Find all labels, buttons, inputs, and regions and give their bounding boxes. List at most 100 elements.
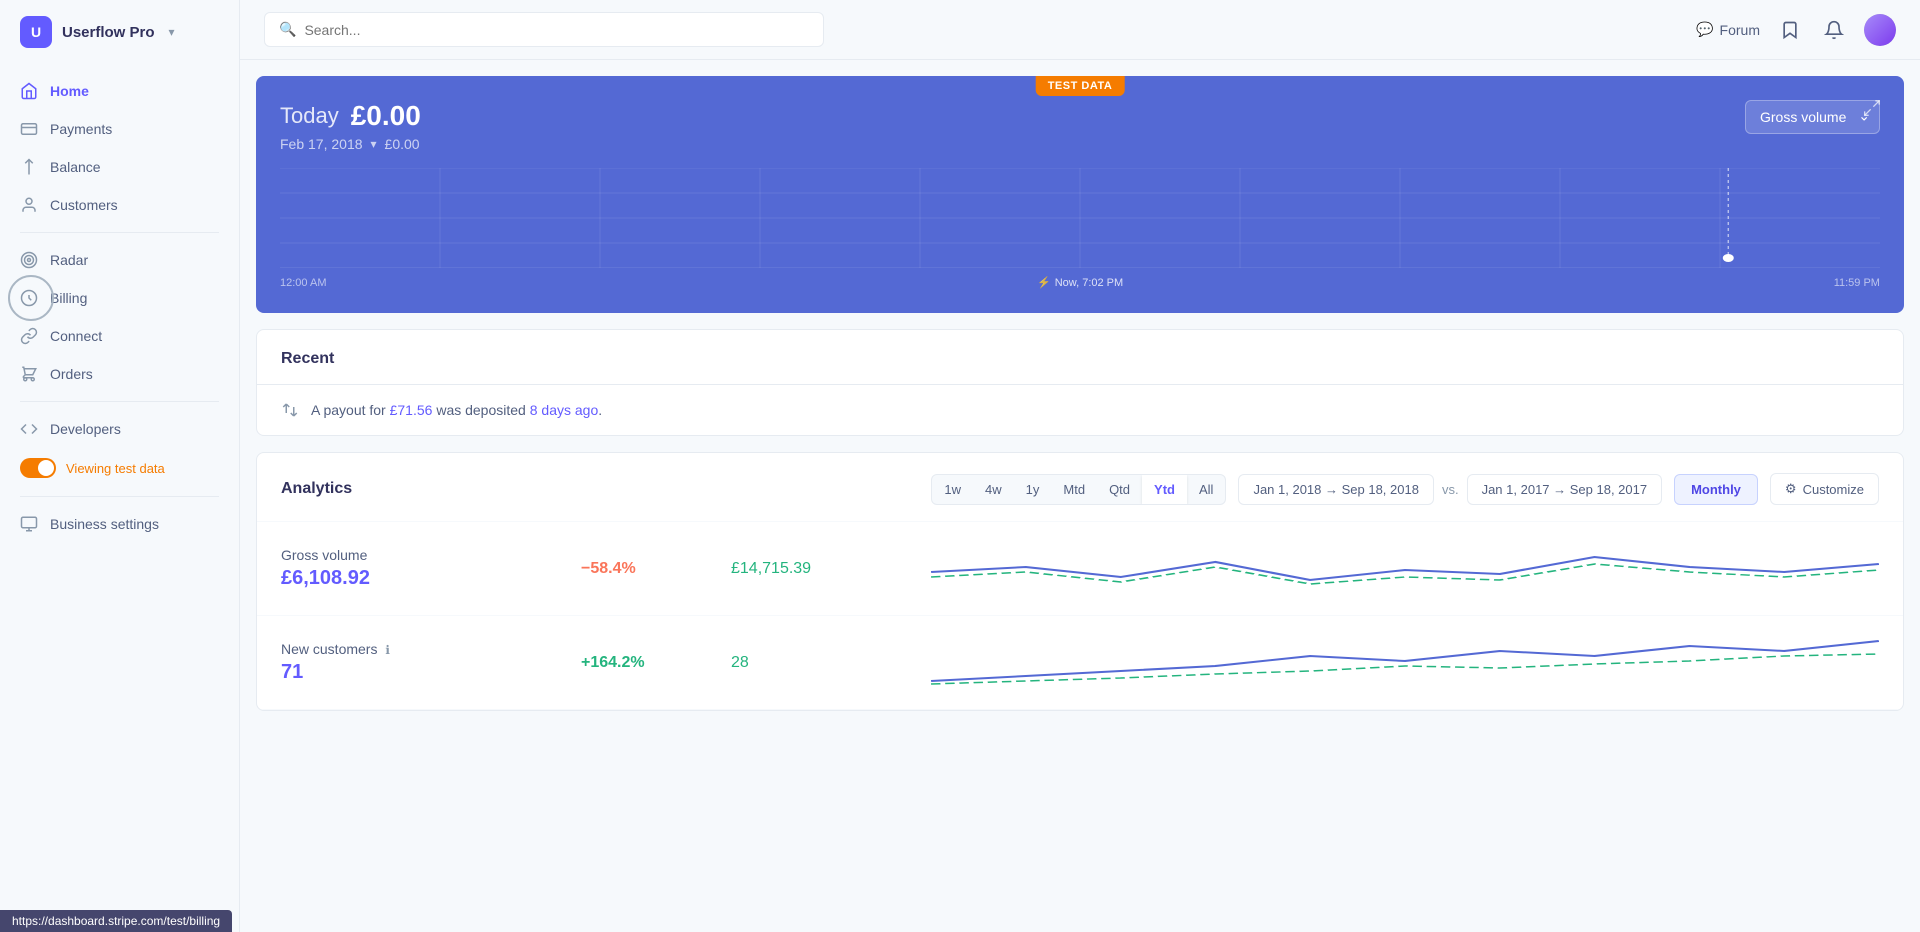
- search-icon: 🔍: [279, 21, 296, 38]
- metric-info: Gross volume £6,108.92: [281, 547, 581, 590]
- search-bar[interactable]: 🔍: [264, 12, 824, 47]
- metric-change: −58.4%: [581, 560, 731, 578]
- sidebar-item-developers[interactable]: Developers: [0, 410, 239, 448]
- expand-chart-icon[interactable]: [1864, 100, 1880, 121]
- test-data-toggle-section: Viewing test data: [0, 448, 239, 488]
- chart-title-row: Today £0.00: [280, 100, 421, 132]
- payments-icon: [20, 120, 38, 138]
- gross-volume-metric-row: Gross volume £6,108.92 −58.4% £14,715.39: [257, 522, 1903, 616]
- radar-icon: [20, 251, 38, 269]
- recent-section-header: Recent: [257, 330, 1903, 385]
- logo-icon: U: [20, 16, 52, 48]
- url-bar: https://dashboard.stripe.com/test/billin…: [0, 910, 232, 932]
- period-btn-1w[interactable]: 1w: [932, 475, 973, 504]
- metric-compare: £14,715.39: [731, 560, 931, 578]
- sidebar-item-label: Connect: [50, 328, 102, 344]
- search-input[interactable]: [304, 22, 809, 38]
- sidebar-item-connect[interactable]: Connect: [0, 317, 239, 355]
- sidebar-item-radar[interactable]: Radar: [0, 241, 239, 279]
- metric-label: Gross volume: [281, 547, 581, 563]
- nav-divider: [20, 232, 219, 233]
- analytics-controls: 1w 4w 1y Mtd Qtd Ytd All Jan 1, 2018 → S…: [931, 473, 1879, 505]
- sidebar-item-label: Orders: [50, 366, 93, 382]
- notifications-icon[interactable]: [1820, 16, 1848, 44]
- chart-area: [280, 168, 1880, 268]
- forum-button[interactable]: 💬 Forum: [1696, 21, 1760, 38]
- sidebar-item-label: Home: [50, 83, 89, 99]
- analytics-header: Analytics 1w 4w 1y Mtd Qtd Ytd All Jan 1: [257, 453, 1903, 522]
- vs-label: vs.: [1442, 482, 1459, 497]
- sidebar-item-business-settings[interactable]: Business settings: [0, 505, 239, 543]
- sidebar-item-payments[interactable]: Payments: [0, 110, 239, 148]
- date-range-group: Jan 1, 2018 → Sep 18, 2018 vs. Jan 1, 20…: [1238, 474, 1662, 505]
- period-btn-ytd[interactable]: Ytd: [1142, 475, 1187, 504]
- sidebar-item-home[interactable]: Home: [0, 72, 239, 110]
- period-btn-all[interactable]: All: [1187, 475, 1225, 504]
- top-header: 🔍 💬 Forum: [240, 0, 1920, 60]
- toggle-label: Viewing test data: [66, 461, 165, 476]
- forum-icon: 💬: [1696, 21, 1713, 38]
- period-btn-mtd[interactable]: Mtd: [1051, 475, 1097, 504]
- connect-icon: [20, 327, 38, 345]
- customers-icon: [20, 196, 38, 214]
- sidebar-item-label: Developers: [50, 421, 121, 437]
- nav-divider-2: [20, 401, 219, 402]
- monthly-button[interactable]: Monthly: [1674, 474, 1758, 505]
- avatar-image: [1864, 14, 1896, 46]
- chart-amount: £0.00: [351, 100, 421, 132]
- new-customers-metric-row: New customers ℹ 71 +164.2% 28: [257, 616, 1903, 710]
- test-data-toggle[interactable]: [20, 458, 56, 478]
- previous-date-range[interactable]: Jan 1, 2017 → Sep 18, 2017: [1467, 474, 1663, 505]
- sidebar-item-label: Billing: [50, 290, 87, 306]
- period-btn-qtd[interactable]: Qtd: [1097, 475, 1142, 504]
- main-content: 🔍 💬 Forum TEST DATA: [240, 0, 1920, 932]
- analytics-title: Analytics: [281, 480, 352, 498]
- days-ago-text: 8 days ago: [530, 402, 599, 418]
- sidebar-item-balance[interactable]: Balance: [0, 148, 239, 186]
- revenue-chart-section: TEST DATA Today £0.00 Feb 17, 2018 ▾ £0.…: [256, 76, 1904, 313]
- app-name: Userflow Pro: [62, 24, 155, 41]
- metric-mini-chart-2: [931, 636, 1879, 689]
- metric-value: £6,108.92: [281, 567, 581, 590]
- sidebar-item-customers[interactable]: Customers: [0, 186, 239, 224]
- date-chevron-icon[interactable]: ▾: [371, 137, 377, 151]
- period-btn-4w[interactable]: 4w: [973, 475, 1014, 504]
- billing-icon: [20, 289, 38, 307]
- chart-title-area: Today £0.00 Feb 17, 2018 ▾ £0.00: [280, 100, 421, 152]
- avatar[interactable]: [1864, 14, 1896, 46]
- timeline-start-label: 12:00 AM: [280, 277, 326, 289]
- period-btn-1y[interactable]: 1y: [1014, 475, 1052, 504]
- business-settings-icon: [20, 515, 38, 533]
- current-date-range[interactable]: Jan 1, 2018 → Sep 18, 2018: [1238, 474, 1434, 505]
- sidebar-item-orders[interactable]: Orders: [0, 355, 239, 393]
- test-data-badge: TEST DATA: [1036, 76, 1125, 96]
- chart-svg: [280, 168, 1880, 268]
- analytics-section: Analytics 1w 4w 1y Mtd Qtd Ytd All Jan 1: [256, 452, 1904, 711]
- metric-mini-chart: [931, 542, 1879, 595]
- period-buttons-group: 1w 4w 1y Mtd Qtd Ytd All: [931, 474, 1226, 505]
- chart-date: Feb 17, 2018: [280, 136, 363, 152]
- recent-title: Recent: [281, 350, 334, 367]
- chart-date-row: Feb 17, 2018 ▾ £0.00: [280, 136, 421, 152]
- orders-icon: [20, 365, 38, 383]
- gross-volume-select[interactable]: Gross volume: [1745, 100, 1880, 134]
- chevron-down-icon: ▾: [169, 25, 175, 39]
- app-logo[interactable]: U Userflow Pro ▾: [0, 0, 239, 64]
- sidebar-item-label: Balance: [50, 159, 101, 175]
- sidebar: U Userflow Pro ▾ Home Payments Balance: [0, 0, 240, 932]
- recent-payout-text: A payout for £71.56 was deposited 8 days…: [311, 402, 602, 418]
- header-actions: 💬 Forum: [1696, 14, 1896, 46]
- gross-volume-select-wrapper[interactable]: Gross volume: [1745, 100, 1880, 134]
- developers-icon: [20, 420, 38, 438]
- metric-change: +164.2%: [581, 654, 731, 672]
- customize-button[interactable]: ⚙ Customize: [1770, 473, 1879, 505]
- sidebar-item-label: Payments: [50, 121, 112, 137]
- sidebar-item-label: Customers: [50, 197, 118, 213]
- today-label: Today: [280, 103, 339, 129]
- info-icon[interactable]: ℹ: [385, 643, 390, 657]
- main-nav: Home Payments Balance Customers: [0, 64, 239, 932]
- chart-timeline: 12:00 AM ⚡ Now, 7:02 PM 11:59 PM: [280, 276, 1880, 289]
- bookmarks-icon[interactable]: [1776, 16, 1804, 44]
- payout-amount-link[interactable]: £71.56: [390, 402, 433, 418]
- sidebar-item-billing[interactable]: Billing: [0, 279, 239, 317]
